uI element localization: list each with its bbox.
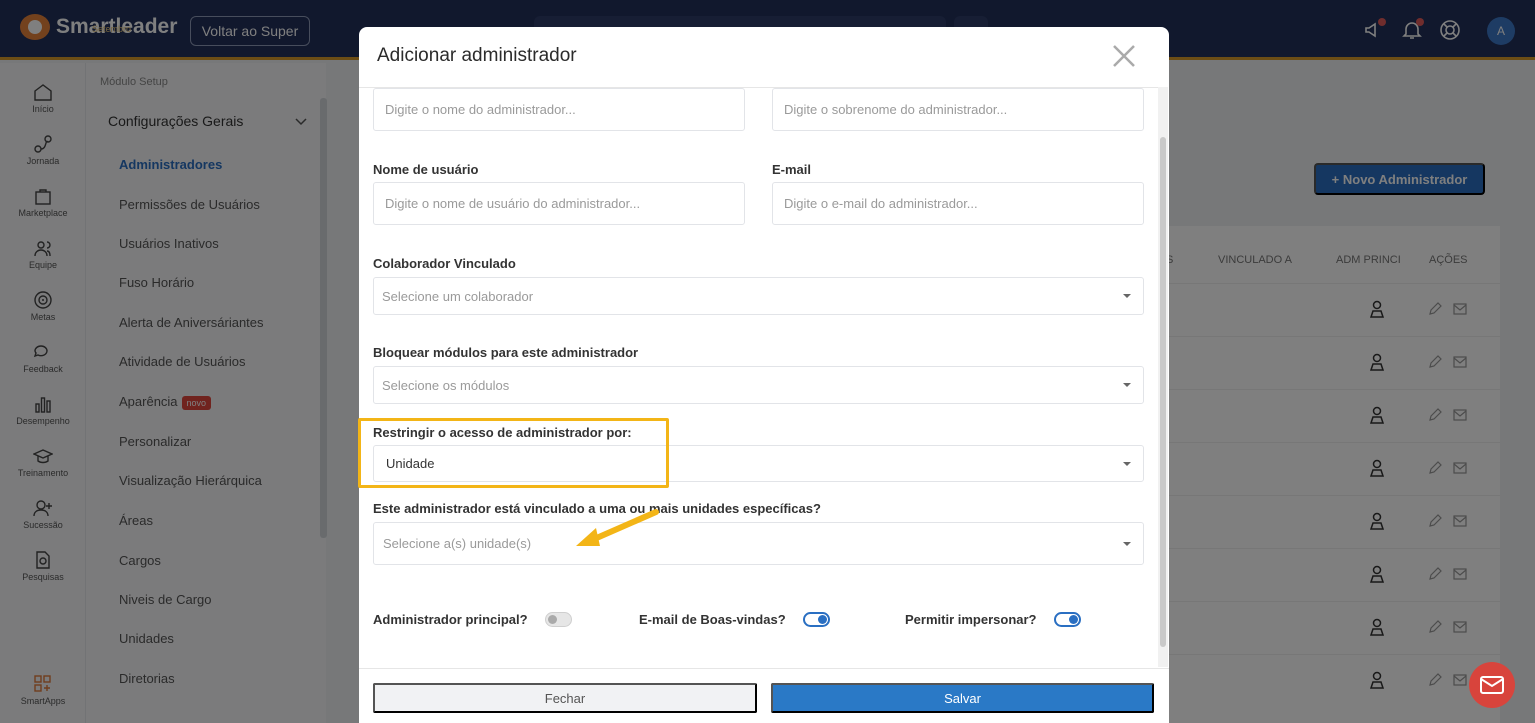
- mail-icon: [1480, 676, 1504, 694]
- toggle-welcome-email[interactable]: E-mail de Boas-vindas?: [639, 612, 830, 627]
- welcome-email-switch[interactable]: [802, 612, 830, 627]
- block-modules-select[interactable]: Selecione os módulos: [373, 366, 1144, 404]
- save-button[interactable]: Salvar: [771, 683, 1154, 713]
- block-modules-label: Bloquear módulos para este administrador: [373, 345, 639, 360]
- caret-down-icon: [1123, 294, 1131, 298]
- chat-fab[interactable]: [1469, 662, 1515, 708]
- username-label: Nome de usuário: [373, 162, 479, 177]
- annotation-arrow-icon: [576, 509, 659, 546]
- linked-collaborator-label: Colaborador Vinculado: [373, 256, 516, 271]
- main-admin-switch[interactable]: [544, 612, 572, 627]
- username-input[interactable]: Digite o nome de usuário do administrado…: [373, 182, 745, 225]
- last-name-input[interactable]: Digite o sobrenome do administrador...: [772, 88, 1144, 131]
- linked-collaborator-select[interactable]: Selecione um colaborador: [373, 277, 1144, 315]
- close-button[interactable]: Fechar: [373, 683, 757, 713]
- email-input[interactable]: Digite o e-mail do administrador...: [772, 182, 1144, 225]
- caret-down-icon: [1123, 541, 1131, 546]
- first-name-input[interactable]: Digite o nome do administrador...: [373, 88, 745, 131]
- caret-down-icon: [1123, 461, 1131, 466]
- email-label: E-mail: [772, 162, 812, 177]
- annotation-highlight-box: [358, 418, 669, 488]
- modal-footer-divider: [359, 668, 1169, 669]
- toggle-impersonate[interactable]: Permitir impersonar?: [905, 612, 1081, 627]
- toggle-main-admin[interactable]: Administrador principal?: [373, 612, 572, 627]
- modal-title: Adicionar administrador: [377, 45, 577, 66]
- units-select[interactable]: Selecione a(s) unidade(s): [373, 522, 1144, 565]
- caret-down-icon: [1123, 383, 1131, 387]
- close-icon[interactable]: [1109, 41, 1139, 71]
- impersonate-switch[interactable]: [1053, 612, 1081, 627]
- modal-scrollbar[interactable]: [1158, 87, 1168, 667]
